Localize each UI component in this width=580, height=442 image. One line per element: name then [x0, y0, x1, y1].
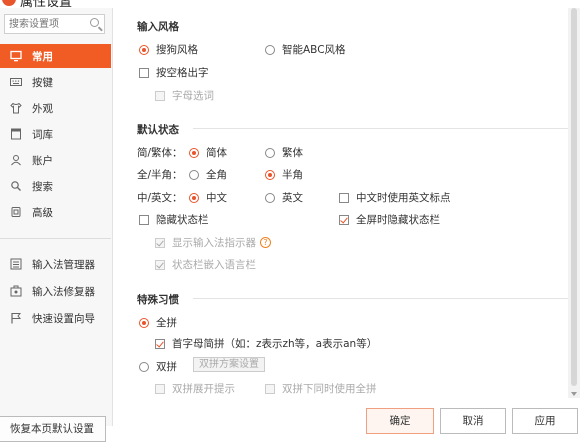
radio-icon [265, 147, 275, 158]
label-simp-trad: 简/繁体： [137, 147, 183, 159]
radio-selected-icon [139, 317, 149, 328]
section-title-default-state: 默认状态 [137, 124, 179, 136]
user-icon [10, 154, 22, 166]
radio-selected-icon [139, 44, 149, 55]
radio-english[interactable]: 英文 [265, 190, 303, 205]
checkbox-checked-icon [155, 338, 165, 349]
sidebar-item-advanced[interactable]: 高级 [0, 200, 111, 224]
radio-half-width[interactable]: 半角 [265, 167, 303, 182]
checkbox-show-indicator[interactable]: 显示输入法指示器 ? [155, 235, 271, 250]
sidebar-item-quick-wizard[interactable]: 快速设置向导 [0, 306, 111, 330]
sidebar-item-label: 输入法修复器 [32, 285, 95, 298]
checkbox-hide-status-bar[interactable]: 隐藏状态栏 [139, 212, 209, 227]
checkbox-checked-icon [339, 214, 349, 225]
sidebar-item-label: 外观 [32, 102, 53, 115]
shirt-icon [10, 102, 22, 114]
checkbox-icon [155, 90, 165, 101]
keyboard-icon [10, 76, 22, 88]
sidebar-item-appearance[interactable]: 外观 [0, 96, 111, 120]
radio-selected-icon [189, 147, 199, 158]
checkbox-cn-en-punct[interactable]: 中文时使用英文标点 [339, 190, 451, 205]
sidebar: 常用 按键 外观 词库 账户 搜索 高级 输入法管理器 输入法修复器 快速设置向… [0, 8, 113, 442]
label-width: 全/半角： [137, 169, 183, 181]
help-icon[interactable]: ? [260, 237, 271, 248]
checkbox-also-quanpin[interactable]: 双拼下同时使用全拼 [265, 381, 377, 396]
shuangpin-scheme-button[interactable]: 双拼方案设置 [193, 357, 265, 372]
search-input[interactable] [5, 15, 91, 33]
section-divider [193, 128, 568, 129]
radio-icon [139, 361, 149, 372]
radio-selected-icon [265, 169, 275, 180]
cancel-button[interactable]: 取消 [440, 408, 506, 434]
sidebar-item-account[interactable]: 账户 [0, 148, 111, 172]
radio-selected-icon [189, 192, 199, 203]
radio-sogou-style[interactable]: 搜狗风格 [139, 42, 198, 57]
sidebar-item-label: 搜索 [32, 180, 53, 193]
sidebar-item-search[interactable]: 搜索 [0, 174, 111, 198]
search-box[interactable] [4, 14, 105, 34]
checkbox-space-output[interactable]: 按空格出字 [139, 65, 209, 80]
checkbox-icon [139, 67, 149, 78]
checkbox-fullscreen-hide[interactable]: 全屏时隐藏状态栏 [339, 212, 440, 227]
settings-panel: 输入风格 搜狗风格 智能ABC风格 按空格出字 字母选词 默认状态 简/繁体： … [113, 8, 568, 426]
radio-quanpin[interactable]: 全拼 [139, 315, 177, 330]
flag-icon [10, 312, 22, 324]
radio-icon [265, 192, 275, 203]
radio-full-width[interactable]: 全角 [189, 167, 227, 182]
restore-defaults-button[interactable]: 恢复本页默认设置 [0, 416, 106, 442]
checkbox-icon [155, 383, 165, 394]
scroll-down-arrow-icon[interactable] [571, 392, 577, 396]
sidebar-item-label: 按键 [32, 76, 53, 89]
sidebar-item-label: 输入法管理器 [32, 258, 95, 271]
search-icon [10, 180, 22, 192]
radio-traditional[interactable]: 繁体 [265, 145, 303, 160]
radio-shuangpin[interactable]: 双拼 [139, 359, 177, 374]
label-lang: 中/英文： [137, 192, 183, 204]
radio-icon [265, 44, 275, 55]
sidebar-item-ime-repair[interactable]: 输入法修复器 [0, 279, 111, 303]
sidebar-divider [0, 238, 111, 239]
section-title-input-style: 输入风格 [137, 21, 179, 33]
radio-abc-style[interactable]: 智能ABC风格 [265, 42, 346, 57]
sidebar-item-keys[interactable]: 按键 [0, 70, 111, 94]
section-title-special-habits: 特殊习惯 [137, 294, 179, 306]
repair-icon [10, 285, 22, 297]
section-divider [193, 298, 568, 299]
monitor-icon [10, 50, 22, 62]
radio-simplified[interactable]: 简体 [189, 145, 227, 160]
checkbox-icon [139, 214, 149, 225]
sidebar-item-label: 词库 [32, 128, 53, 141]
sidebar-item-label: 常用 [32, 50, 53, 63]
window-title: 属性设置 [20, 0, 73, 8]
title-bar: 属性设置 [0, 0, 580, 8]
sidebar-item-common[interactable]: 常用 [0, 44, 111, 68]
checkbox-icon [265, 383, 275, 394]
sidebar-item-lexicon[interactable]: 词库 [0, 122, 111, 146]
sidebar-item-label: 快速设置向导 [32, 312, 95, 325]
radio-icon [189, 169, 199, 180]
sogou-logo-icon [2, 0, 16, 6]
scrollbar[interactable] [568, 8, 580, 398]
ok-button[interactable]: 确定 [366, 408, 434, 434]
search-icon[interactable] [90, 18, 99, 27]
checkbox-initial-abbr[interactable]: 首字母简拼（如：z表示zh等，a表示an等） [155, 336, 377, 351]
radio-chinese[interactable]: 中文 [189, 190, 227, 205]
checkbox-letter-select[interactable]: 字母选词 [155, 88, 214, 103]
sidebar-item-label: 账户 [32, 154, 53, 167]
checkbox-expand-hint[interactable]: 双拼展开提示 [155, 381, 235, 396]
checkbox-icon [339, 192, 349, 203]
manager-icon [10, 258, 22, 270]
advanced-icon [10, 206, 22, 218]
apply-button[interactable]: 应用 [512, 408, 578, 434]
checkbox-checked-icon [155, 259, 165, 270]
book-icon [10, 128, 22, 140]
checkbox-checked-icon [155, 237, 165, 248]
sidebar-item-label: 高级 [32, 206, 53, 219]
scrollbar-thumb[interactable] [571, 8, 577, 386]
sidebar-item-ime-manager[interactable]: 输入法管理器 [0, 252, 111, 276]
checkbox-embed-lang-bar[interactable]: 状态栏嵌入语言栏 [155, 257, 256, 272]
